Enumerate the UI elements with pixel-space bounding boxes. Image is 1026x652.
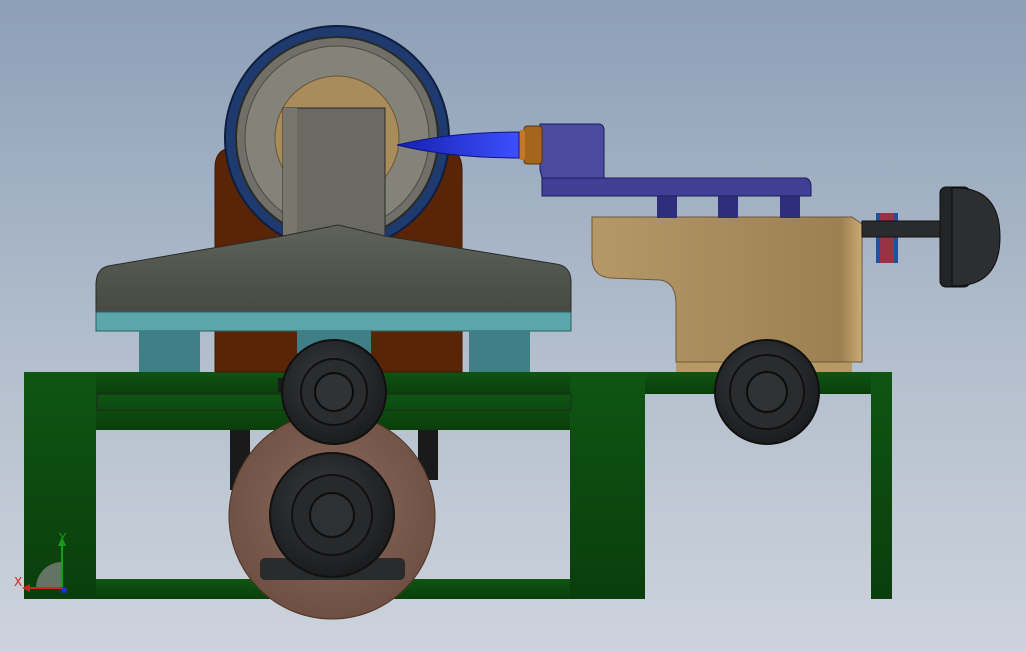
carriage-block[interactable] (591, 216, 863, 372)
arm-head (539, 123, 605, 179)
tool-collar-lip (519, 130, 525, 160)
carriage-wheel-hub (746, 371, 788, 413)
roller-hub (314, 372, 354, 412)
tool-collar (523, 125, 543, 165)
carriage-body (591, 216, 863, 363)
machine-model[interactable] (0, 0, 1026, 652)
frame-middle-leg (570, 372, 645, 599)
hood-plate (95, 224, 572, 313)
teal-plate (95, 311, 572, 332)
x-axis-arrow (22, 584, 30, 592)
teal-support-left (139, 331, 200, 372)
y-axis-label: Y (59, 531, 67, 545)
tool-arm[interactable] (539, 123, 812, 218)
triad-quadrant (36, 562, 62, 588)
teal-support-right (469, 331, 530, 372)
handwheel-knob (951, 187, 1001, 287)
arm-post-2 (718, 195, 738, 218)
post-highlight (283, 108, 297, 243)
carriage-wheel[interactable] (714, 339, 820, 445)
cad-viewport[interactable]: Y X (0, 0, 1026, 652)
lower-wheel-hub (309, 492, 355, 538)
vertical-post (282, 107, 386, 244)
frame-right-leg (871, 372, 892, 599)
arm-post-1 (657, 195, 677, 218)
coordinate-triad: Y X (14, 530, 74, 598)
arm-post-3 (780, 195, 800, 218)
z-axis-dot (61, 587, 67, 593)
x-axis-label: X (14, 575, 23, 589)
handwheel-assembly[interactable] (861, 186, 1001, 288)
